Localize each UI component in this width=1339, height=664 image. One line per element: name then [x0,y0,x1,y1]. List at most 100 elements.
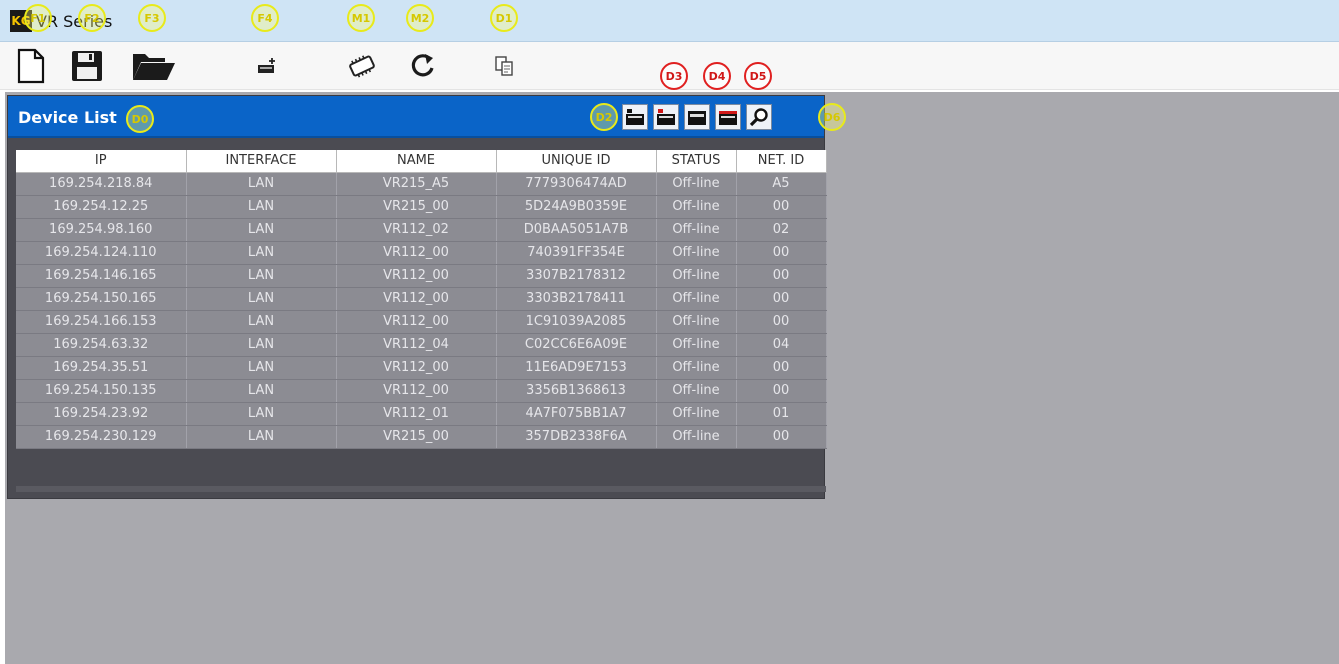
copy-icon [495,56,513,76]
callout-badge: F4 [251,4,279,32]
status-cell: Off-line [656,195,737,219]
window-icon [688,111,706,125]
status-cell: Off-line [656,287,737,311]
copy-button[interactable] [490,46,518,86]
ip-cell: 169.254.98.160 [16,218,187,242]
device-list-title: Device List [18,108,117,127]
interface-cell: LAN [186,379,337,403]
refresh-button[interactable] [406,46,440,86]
callout-badge: F3 [138,4,166,32]
new-file-icon [17,48,45,84]
table-row[interactable]: 169.254.23.92 LAN VR112_01 4A7F075BB1A7 Off-… [16,402,827,426]
callout-badge: F1 [24,4,52,32]
device-search-button[interactable] [746,104,772,130]
panel-footer [16,486,826,492]
ip-cell: 169.254.166.153 [16,310,187,334]
column-header-name[interactable]: NAME [336,150,497,173]
table-row[interactable]: 169.254.230.129 LAN VR215_00 357DB2338F6A Of… [16,425,827,449]
interface-cell: LAN [186,195,337,219]
table-row[interactable]: 169.254.218.84 LAN VR215_A5 7779306474AD Off… [16,172,827,196]
column-header-ip[interactable]: IP [16,150,187,173]
new-file-button[interactable] [14,46,48,86]
callout-badge: M1 [347,4,375,32]
table-row[interactable]: 169.254.150.165 LAN VR112_00 3303B2178411 Of… [16,287,827,311]
column-header-interface[interactable]: INTERFACE [186,150,337,173]
add-device-button[interactable] [253,46,281,86]
refresh-icon [411,54,434,77]
unique-id-cell: C02CC6E6A09E [496,333,657,357]
name-cell: VR112_04 [336,333,497,357]
column-header-status[interactable]: STATUS [656,150,737,173]
device-tool-1-button[interactable] [622,104,648,130]
ip-cell: 169.254.146.165 [16,264,187,288]
add-device-icon [258,58,275,73]
column-header-net-id[interactable]: NET. ID [736,150,827,173]
net-id-cell: 04 [736,333,827,357]
callout-badge: D5 [744,62,772,90]
callout-badge: M2 [406,4,434,32]
unique-id-cell: 1C91039A2085 [496,310,657,334]
window-red-icon [719,111,737,125]
ip-cell: 169.254.150.165 [16,287,187,311]
net-id-cell: 00 [736,287,827,311]
status-cell: Off-line [656,218,737,242]
unique-id-cell: 11E6AD9E7153 [496,356,657,380]
name-cell: VR112_01 [336,402,497,426]
name-cell: VR112_00 [336,287,497,311]
net-id-cell: 00 [736,264,827,288]
table-row[interactable]: 169.254.124.110 LAN VR112_00 740391FF354E Of… [16,241,827,265]
status-cell: Off-line [656,425,737,449]
ip-cell: 169.254.218.84 [16,172,187,196]
table-row[interactable]: 169.254.146.165 LAN VR112_00 3307B2178312 Of… [16,264,827,288]
open-folder-icon [133,54,175,80]
net-id-cell: 00 [736,425,827,449]
name-cell: VR112_00 [336,310,497,334]
table-row[interactable]: 169.254.35.51 LAN VR112_00 11E6AD9E7153 Off-… [16,356,827,380]
status-cell: Off-line [656,379,737,403]
callout-badge: D2 [590,103,618,131]
save-file-button[interactable] [68,46,106,86]
net-id-cell: 00 [736,241,827,265]
ip-cell: 169.254.230.129 [16,425,187,449]
device-tool-4-button[interactable] [715,104,741,130]
open-folder-button[interactable] [128,46,180,86]
name-cell: VR112_00 [336,356,497,380]
ip-cell: 169.254.124.110 [16,241,187,265]
name-cell: VR215_00 [336,195,497,219]
name-cell: VR215_A5 [336,172,497,196]
interface-cell: LAN [186,402,337,426]
interface-cell: LAN [186,218,337,242]
interface-cell: LAN [186,172,337,196]
status-cell: Off-line [656,402,737,426]
name-cell: VR215_00 [336,425,497,449]
interface-cell: LAN [186,264,337,288]
callout-badge: D4 [703,62,731,90]
interface-cell: LAN [186,425,337,449]
status-cell: Off-line [656,241,737,265]
status-cell: Off-line [656,264,737,288]
net-id-cell: 00 [736,356,827,380]
net-id-cell: 00 [736,310,827,334]
device-tool-2-button[interactable] [653,104,679,130]
name-cell: VR112_00 [336,379,497,403]
table-row[interactable]: 169.254.12.25 LAN VR215_00 5D24A9B0359E Off-… [16,195,827,219]
table-row[interactable]: 169.254.150.135 LAN VR112_00 3356B1368613 Of… [16,379,827,403]
status-cell: Off-line [656,172,737,196]
column-header-unique-id[interactable]: UNIQUE ID [496,150,657,173]
interface-cell: LAN [186,356,337,380]
device-list-panel: Device List IP INTERFACE NAME UNIQUE ID … [7,95,827,499]
firmware-button[interactable] [344,46,380,86]
callout-badge: D3 [660,62,688,90]
table-row[interactable]: 169.254.166.153 LAN VR112_00 1C91039A2085 Of… [16,310,827,334]
interface-cell: LAN [186,310,337,334]
device-table: IP INTERFACE NAME UNIQUE ID STATUS NET. … [16,150,827,449]
table-row[interactable]: 169.254.63.32 LAN VR112_04 C02CC6E6A09E Off-… [16,333,827,357]
unique-id-cell: 740391FF354E [496,241,657,265]
net-id-cell: 00 [736,379,827,403]
table-row[interactable]: 169.254.98.160 LAN VR112_02 D0BAA5051A7B Off… [16,218,827,242]
device-tool-3-button[interactable] [684,104,710,130]
callout-badge: D1 [490,4,518,32]
unique-id-cell: D0BAA5051A7B [496,218,657,242]
callout-badge: D6 [818,103,846,131]
unique-id-cell: 7779306474AD [496,172,657,196]
